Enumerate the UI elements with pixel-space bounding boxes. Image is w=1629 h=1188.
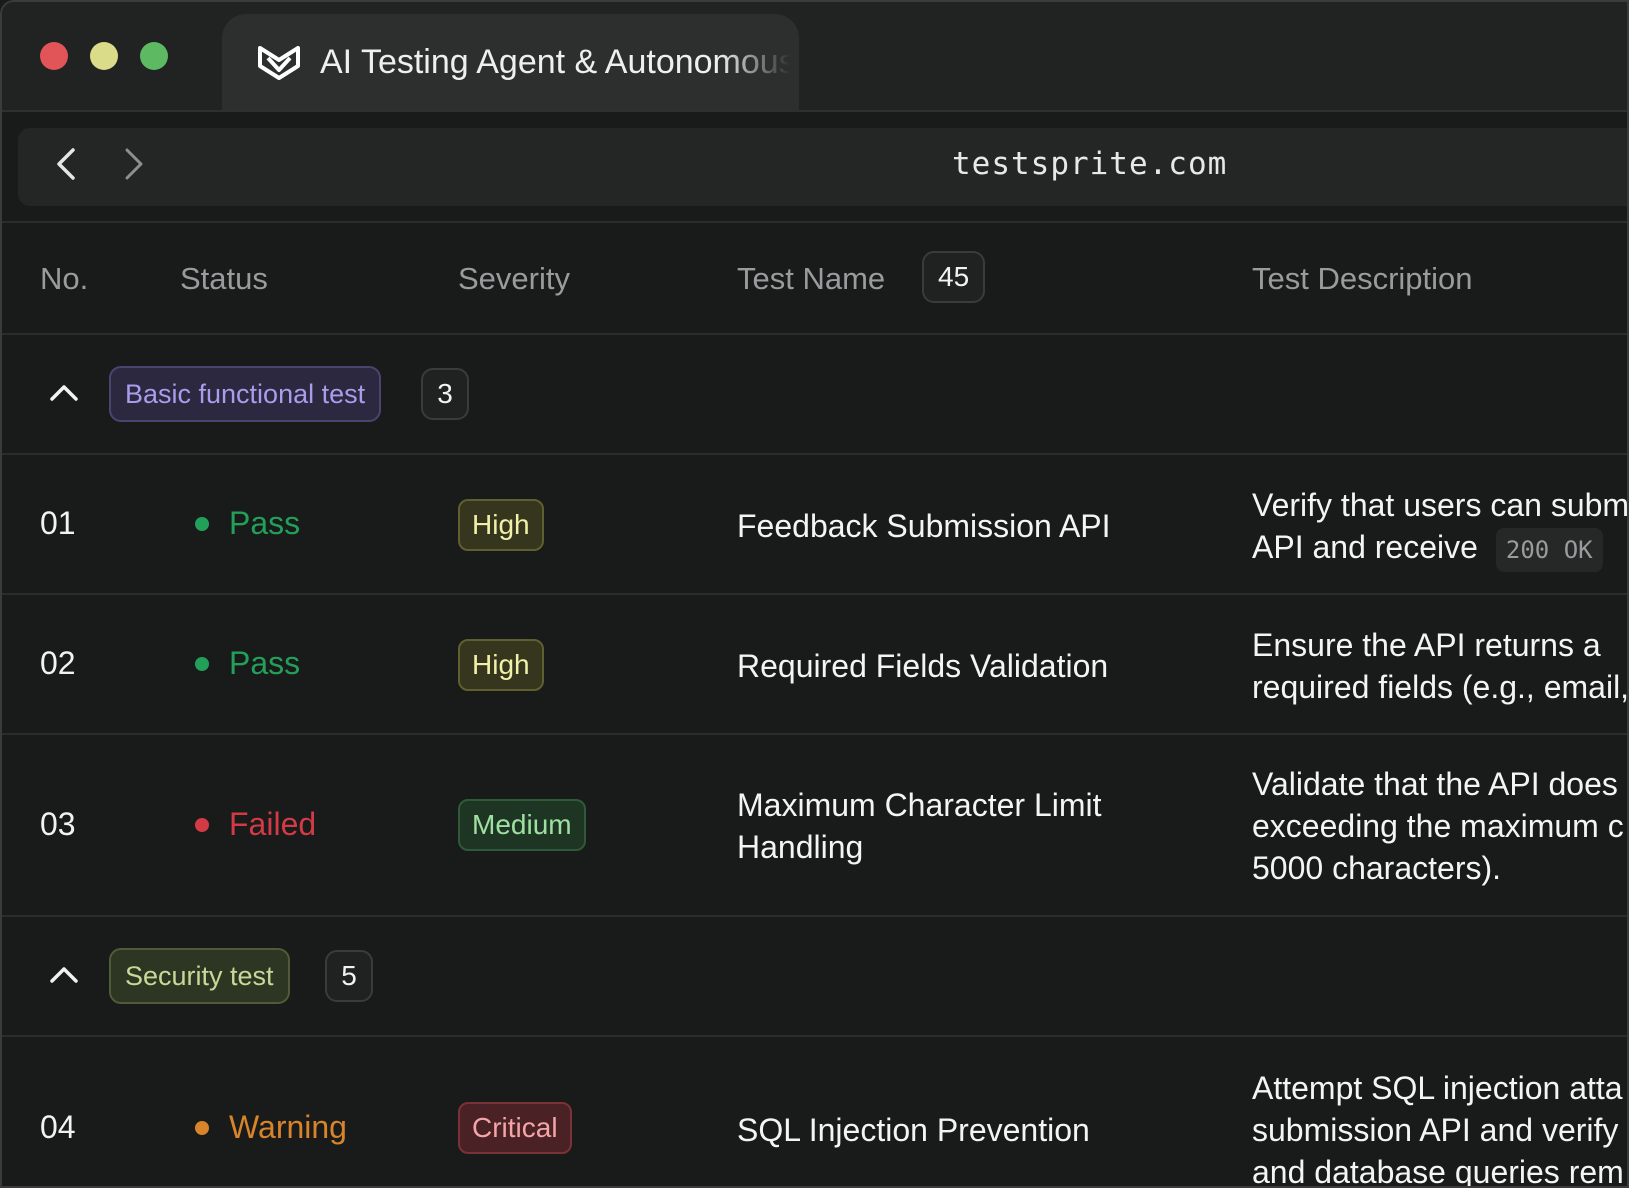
chevron-right-icon xyxy=(121,146,147,187)
status-dot-icon xyxy=(195,817,209,832)
table-row[interactable]: 04 Warning Critical SQL Injection Preven… xyxy=(2,1037,1627,1188)
response-code: 200 OK xyxy=(1495,527,1603,572)
group-tag: Basic functional test xyxy=(109,366,382,422)
header-test-description: Test Description xyxy=(1252,261,1473,296)
table-row[interactable]: 03 Failed Medium Maximum Character Limit… xyxy=(2,735,1627,917)
test-name: Required Fields Validation xyxy=(737,648,1109,684)
status-failed: Failed xyxy=(195,806,316,843)
browser-tab[interactable]: AI Testing Agent & Autonomous xyxy=(222,14,799,110)
status-label: Failed xyxy=(229,806,317,842)
severity-badge: Medium xyxy=(458,799,586,851)
description-line: Ensure the API returns a xyxy=(1252,627,1601,663)
row-number: 01 xyxy=(40,505,76,541)
forward-button[interactable] xyxy=(112,144,156,188)
status-dot-icon xyxy=(195,516,209,531)
status-label: Pass xyxy=(229,505,301,541)
browser-window: AI Testing Agent & Autonomous testsprite… xyxy=(0,0,1629,1188)
severity-badge: Critical xyxy=(458,1102,572,1154)
severity-badge: High xyxy=(458,639,544,691)
maximize-window-button[interactable] xyxy=(140,42,168,70)
status-label: Pass xyxy=(229,645,301,681)
header-severity: Severity xyxy=(458,261,570,296)
test-name: Feedback Submission API xyxy=(737,508,1111,544)
test-description: Validate that the API does exceeding the… xyxy=(1252,763,1624,889)
chevron-up-icon[interactable] xyxy=(46,957,82,993)
status-pass: Pass xyxy=(195,645,300,682)
testsprite-logo-icon xyxy=(256,42,302,82)
back-button[interactable] xyxy=(44,144,88,188)
chevron-left-icon xyxy=(53,146,79,187)
test-name: SQL Injection Prevention xyxy=(737,1112,1090,1148)
group-count-badge: 5 xyxy=(325,950,373,1002)
group-basic-functional: Basic functional test 3 xyxy=(2,335,1627,455)
url-text[interactable]: testsprite.com xyxy=(952,146,1227,182)
row-number: 03 xyxy=(40,806,76,842)
test-description: Ensure the API returns a required fields… xyxy=(1252,624,1629,708)
table-row[interactable]: 02 Pass High Required Fields Validation … xyxy=(2,595,1627,735)
title-bar: AI Testing Agent & Autonomous xyxy=(2,2,1627,112)
description-line: exceeding the maximum c xyxy=(1252,808,1624,844)
row-number: 04 xyxy=(40,1109,76,1145)
description-line: Attempt SQL injection atta xyxy=(1252,1070,1623,1106)
header-no: No. xyxy=(40,261,89,296)
description-line: Validate that the API does xyxy=(1252,766,1618,802)
status-label: Warning xyxy=(229,1109,347,1145)
description-line: required fields (e.g., email, xyxy=(1252,669,1629,705)
test-name: Maximum Character Limit Handling xyxy=(737,787,1102,865)
severity-badge: High xyxy=(458,499,544,551)
header-status: Status xyxy=(180,261,268,296)
status-warning: Warning xyxy=(195,1109,347,1146)
test-description: Attempt SQL injection atta submission AP… xyxy=(1252,1067,1624,1188)
description-line: submission API and verify xyxy=(1252,1112,1619,1148)
test-description: Verify that users can submit API and rec… xyxy=(1252,484,1629,572)
test-count-badge: 45 xyxy=(922,251,986,303)
status-pass: Pass xyxy=(195,505,300,542)
description-line: 5000 characters). xyxy=(1252,850,1502,886)
status-dot-icon xyxy=(195,656,209,671)
address-bar: testsprite.com xyxy=(18,128,1627,206)
tab-title: AI Testing Agent & Autonomous xyxy=(320,42,790,81)
table-row[interactable]: 01 Pass High Feedback Submission API Ver… xyxy=(2,455,1627,595)
minimize-window-button[interactable] xyxy=(90,42,118,70)
status-dot-icon xyxy=(195,1120,209,1135)
group-security: Security test 5 xyxy=(2,917,1627,1037)
table-header: No. Status Severity Test Name 45 Test De… xyxy=(2,223,1627,335)
group-count-badge: 3 xyxy=(421,368,469,420)
header-test-name: Test Name xyxy=(737,261,886,296)
description-line: Verify that users can submit xyxy=(1252,487,1629,523)
close-window-button[interactable] xyxy=(40,42,68,70)
description-line: and database queries rem xyxy=(1252,1154,1624,1188)
description-line: API and receive xyxy=(1252,529,1478,565)
row-number: 02 xyxy=(40,645,76,681)
chevron-up-icon[interactable] xyxy=(46,375,82,411)
group-tag: Security test xyxy=(109,948,290,1004)
